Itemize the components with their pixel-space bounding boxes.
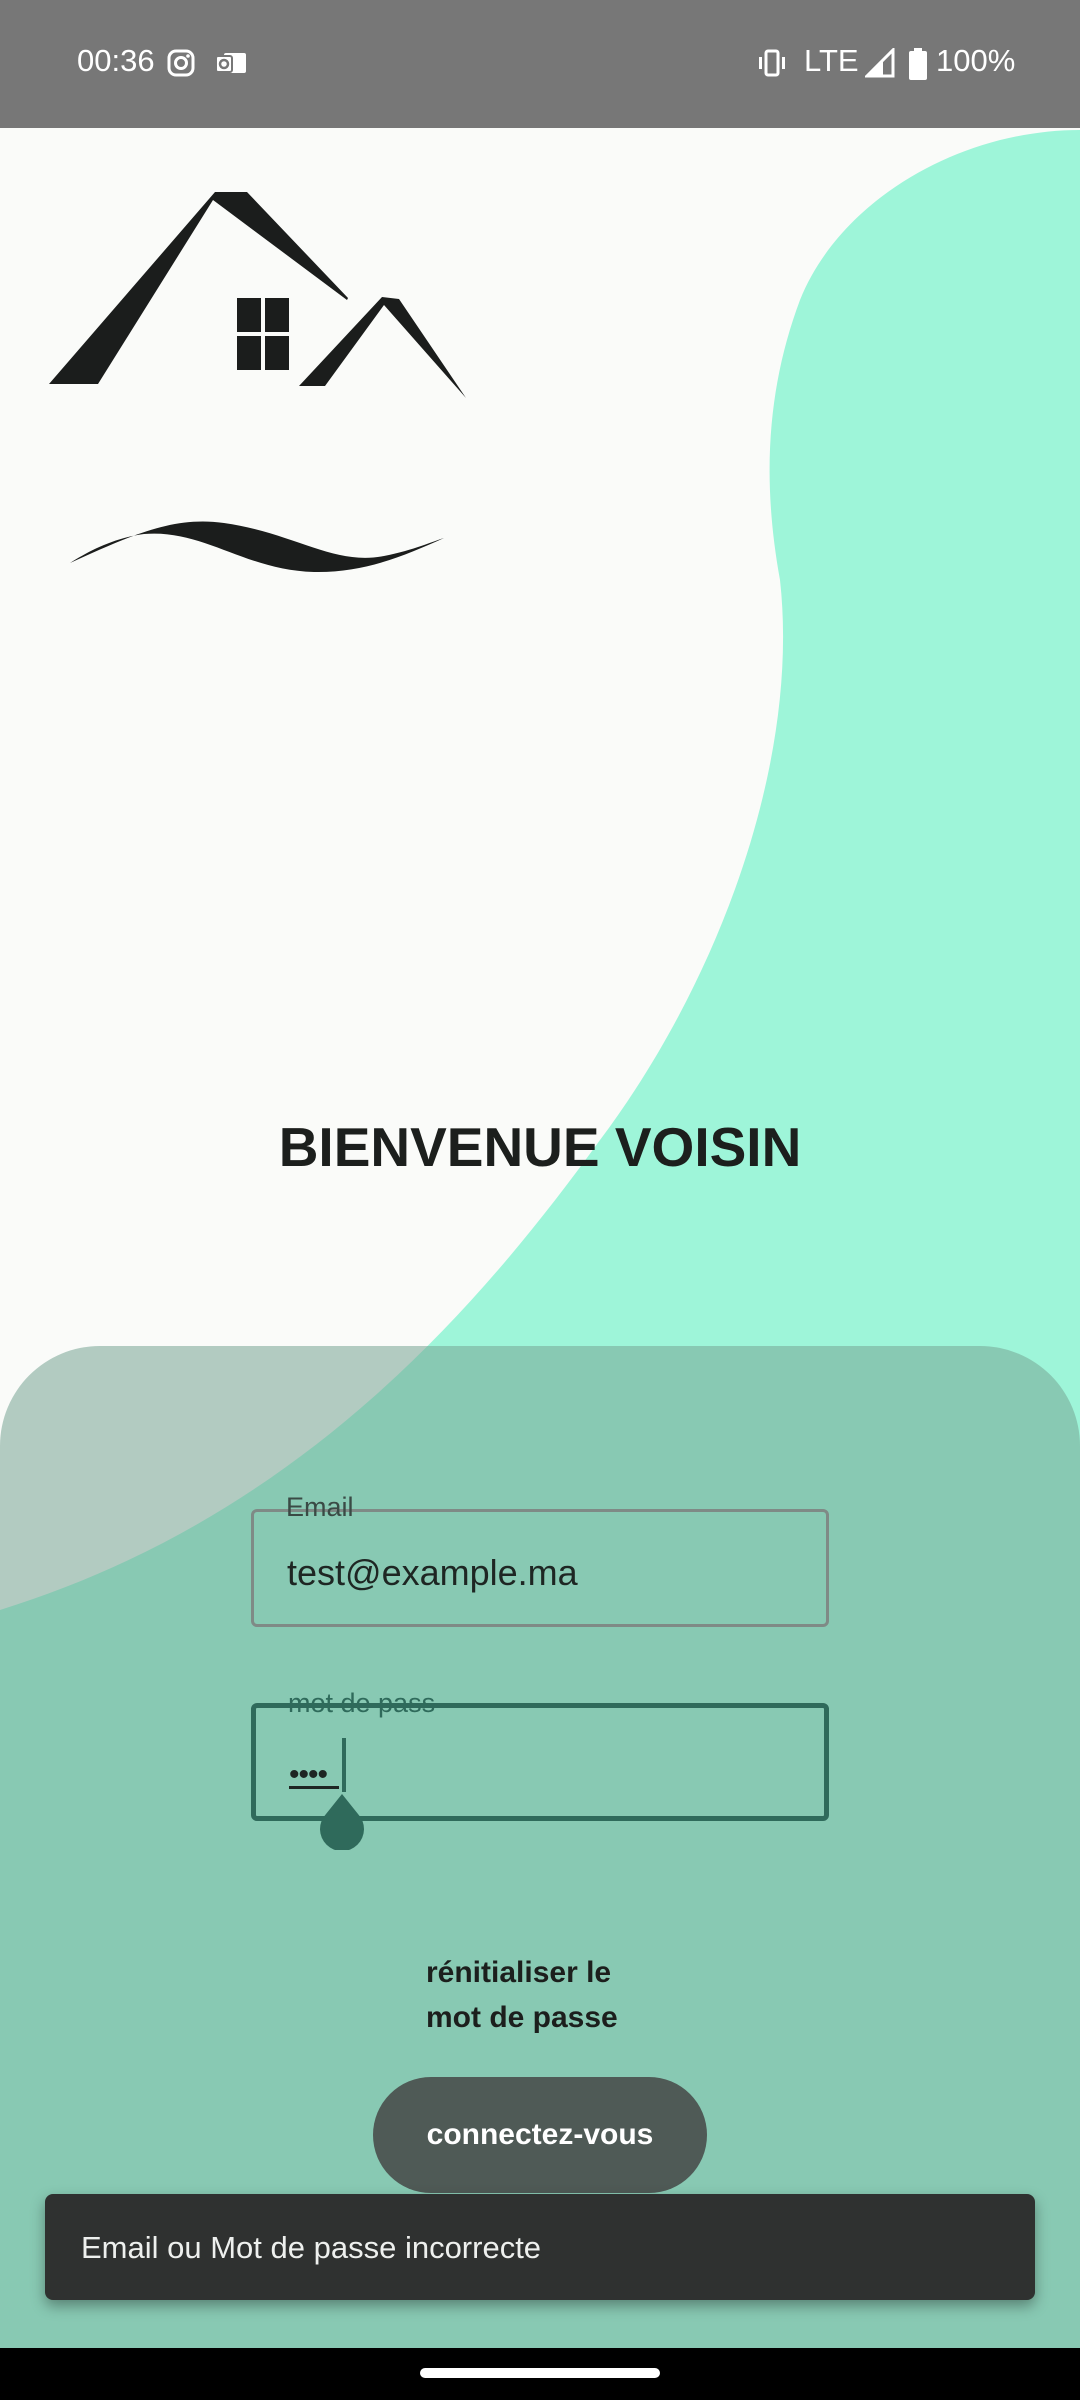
- text-cursor: [342, 1738, 346, 1792]
- outlook-icon: [215, 53, 246, 73]
- error-snackbar: Email ou Mot de passe incorrecte: [45, 2194, 1035, 2300]
- battery-percent: 100%: [936, 43, 1016, 78]
- navigation-bar: [0, 2348, 1080, 2400]
- cursor-handle-icon[interactable]: [318, 1792, 366, 1850]
- email-label: Email: [286, 1492, 354, 1522]
- status-bar: 00:36 LTE 100%: [0, 0, 1080, 128]
- home-gesture-handle[interactable]: [420, 2368, 660, 2378]
- password-label: mot de pass: [288, 1688, 436, 1718]
- battery-icon: [909, 48, 927, 80]
- login-button[interactable]: connectez-vous: [373, 2077, 707, 2193]
- instagram-icon: [167, 49, 195, 77]
- snackbar-message: Email ou Mot de passe incorrecte: [81, 2230, 542, 2265]
- network-type: LTE: [804, 43, 859, 78]
- composing-underline: [289, 1786, 339, 1789]
- email-field[interactable]: Email test@example.ma: [251, 1492, 829, 1627]
- reset-line-1: rénitialiser le: [426, 1956, 612, 1989]
- reset-line-2: mot de passe: [426, 2001, 618, 2034]
- house-logo: [49, 192, 466, 573]
- reset-password-link[interactable]: rénitialiser le mot de passe: [426, 1950, 686, 2040]
- email-value: test@example.ma: [287, 1552, 578, 1593]
- status-time: 00:36: [77, 43, 155, 78]
- welcome-title: BIENVENUE VOISIN: [278, 1116, 802, 1178]
- vibrate-icon: [759, 49, 785, 77]
- signal-icon: [865, 48, 895, 78]
